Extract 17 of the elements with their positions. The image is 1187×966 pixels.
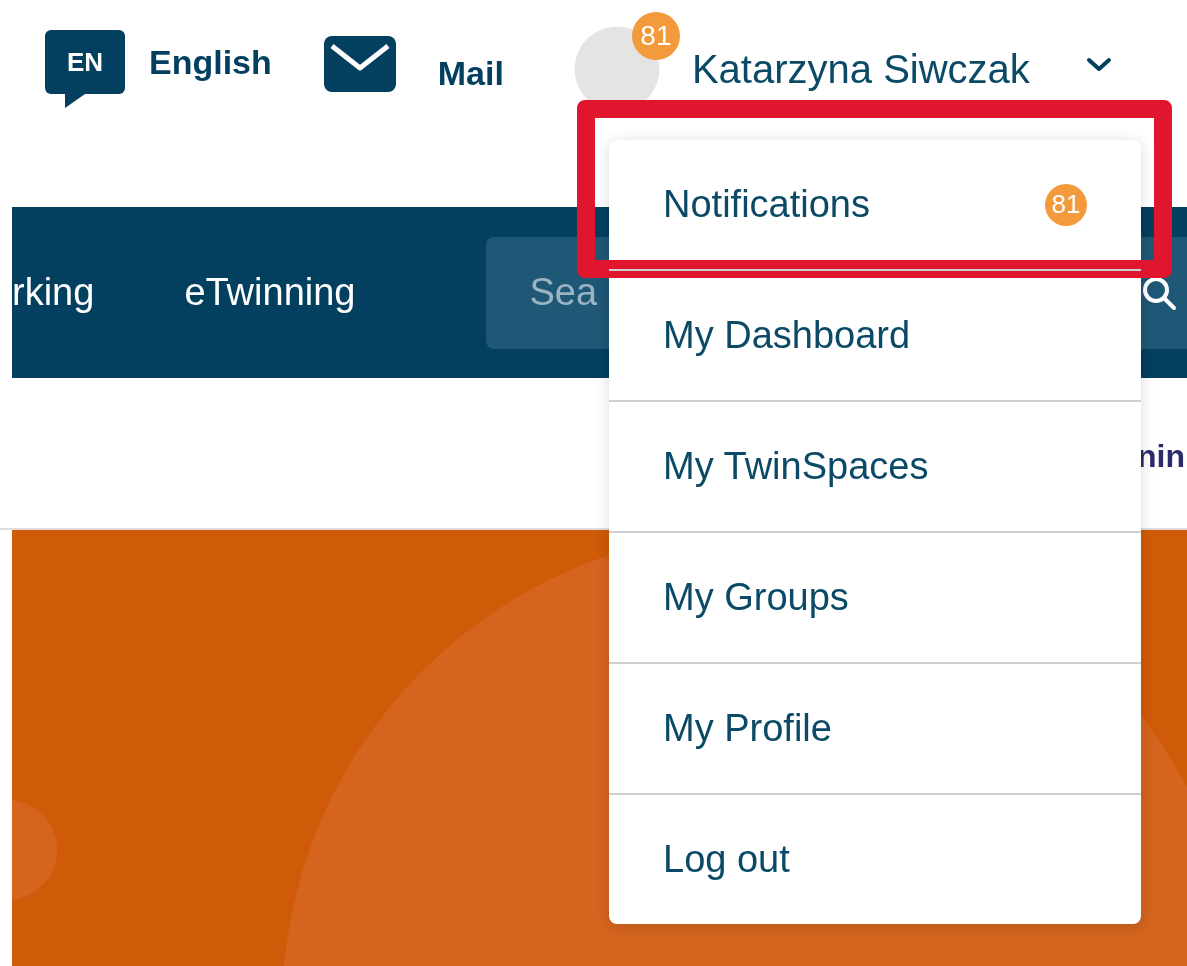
user-name-link[interactable]: Katarzyna Siwczak — [691, 46, 1030, 92]
nav-link[interactable]: rking — [12, 271, 95, 314]
menu-item[interactable]: My Groups — [663, 576, 1087, 619]
mail-link[interactable]: Mail — [437, 54, 504, 93]
menu-item[interactable]: My Profile — [663, 707, 1087, 750]
menu-item[interactable]: My Dashboard — [663, 314, 1087, 357]
search-field[interactable]: Sea — [527, 270, 1133, 315]
envelope-icon[interactable] — [323, 35, 396, 92]
language-code: EN — [66, 46, 104, 78]
menu-item[interactable]: My TwinSpaces — [663, 445, 1087, 488]
language-link[interactable]: English — [149, 42, 272, 82]
menu-item[interactable]: Log out — [663, 838, 1087, 881]
notification-count-badge: 81 — [1045, 183, 1087, 226]
menu-item[interactable]: Notifications — [663, 183, 1045, 226]
nav-link[interactable]: eTwinning — [184, 271, 356, 314]
chevron-down-icon[interactable] — [1085, 57, 1112, 73]
notification-count-badge: 81 — [631, 12, 680, 60]
